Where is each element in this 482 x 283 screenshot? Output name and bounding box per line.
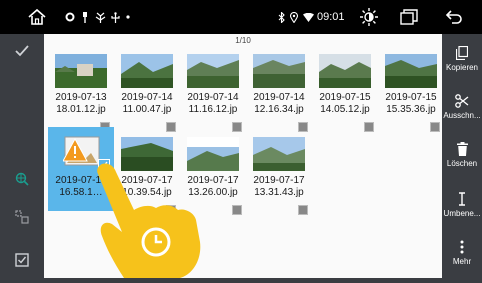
file-name: 2019-07-15 14.05.12.jp: [319, 92, 371, 115]
scissors-icon: [442, 86, 482, 108]
clock: 09:01: [317, 11, 345, 23]
usb-icon: [80, 0, 90, 34]
file-thumbnail: [253, 137, 305, 171]
wifi-icon: [302, 0, 314, 34]
copy-button[interactable]: Kopieren: [442, 38, 482, 84]
file-item[interactable]: 2019-07-15 15.35.36.jp: [378, 44, 444, 132]
cut-label: Ausschn...: [443, 111, 481, 120]
file-thumbnail: [187, 54, 239, 88]
file-item[interactable]: 2019-07-14 11.00.47.jp: [114, 44, 180, 132]
file-thumbnail: [121, 54, 173, 88]
rename-button[interactable]: Umbene...: [442, 184, 482, 230]
settings-icon: [64, 0, 76, 34]
brightness-icon[interactable]: [358, 0, 380, 34]
item-checkbox[interactable]: [430, 122, 440, 132]
home-icon[interactable]: [22, 0, 52, 34]
globe-search-icon[interactable]: [0, 162, 44, 196]
left-toolbar: [0, 34, 44, 278]
file-name: 2019-07-15 15.35.36.jp: [385, 92, 437, 115]
file-item[interactable]: 2019-07-13 18.01.12.jp: [48, 44, 114, 132]
recents-icon[interactable]: [398, 0, 420, 34]
file-name: 2019-07-13 18.01.12.jp: [55, 92, 107, 115]
file-item[interactable]: 2019-07-14 11.16.12.jp: [180, 44, 246, 132]
item-checkbox[interactable]: [232, 205, 242, 215]
file-thumbnail: [319, 54, 371, 88]
file-thumbnail: [55, 54, 107, 88]
file-thumbnail: [385, 54, 437, 88]
file-thumbnail: [253, 54, 305, 88]
item-checkbox[interactable]: [364, 122, 374, 132]
file-item[interactable]: 2019-07-14 12.16.34.jp: [246, 44, 312, 132]
location-icon: [289, 0, 299, 34]
usb-trident-icon: [110, 0, 120, 34]
copy-label: Kopieren: [445, 63, 479, 72]
item-checkbox[interactable]: [298, 205, 308, 215]
status-bar: 09:01: [0, 0, 482, 34]
more-label: Mehr: [452, 257, 472, 266]
more-icon: [442, 232, 482, 254]
cut-button[interactable]: Ausschn...: [442, 86, 482, 132]
right-toolbar: Kopieren Ausschn... Löschen Umbene... Me…: [442, 34, 482, 278]
check-icon[interactable]: [0, 34, 44, 68]
delete-button[interactable]: Löschen: [442, 134, 482, 180]
more-button[interactable]: Mehr: [442, 232, 482, 278]
rename-label: Umbene...: [443, 209, 481, 218]
file-name: 2019-07-14 11.00.47.jp: [121, 92, 173, 115]
file-name: 2019-07-14 11.16.12.jp: [187, 92, 239, 115]
file-grid: 1/10 2019-07-13 18.01.12.jp 2019-07-14 1…: [44, 34, 442, 278]
copy-icon: [442, 38, 482, 60]
bluetooth-icon: [276, 0, 286, 34]
dot-icon: [124, 0, 132, 34]
delete-label: Löschen: [446, 159, 478, 168]
file-item[interactable]: 2019-07-17 13.31.43.jp: [246, 127, 312, 215]
trash-icon: [442, 134, 482, 156]
tap-gesture-hand-icon: [94, 162, 204, 283]
antenna-icon: [94, 0, 106, 34]
checkbox-icon[interactable]: [0, 243, 44, 277]
crop-select-icon[interactable]: [0, 200, 44, 234]
back-icon[interactable]: [442, 0, 466, 34]
file-item[interactable]: 2019-07-15 14.05.12.jp: [312, 44, 378, 132]
file-name: 2019-07-14 12.16.34.jp: [253, 92, 305, 115]
text-cursor-icon: [442, 184, 482, 206]
file-name: 2019-07-17 13.31.43.jp: [253, 175, 305, 198]
